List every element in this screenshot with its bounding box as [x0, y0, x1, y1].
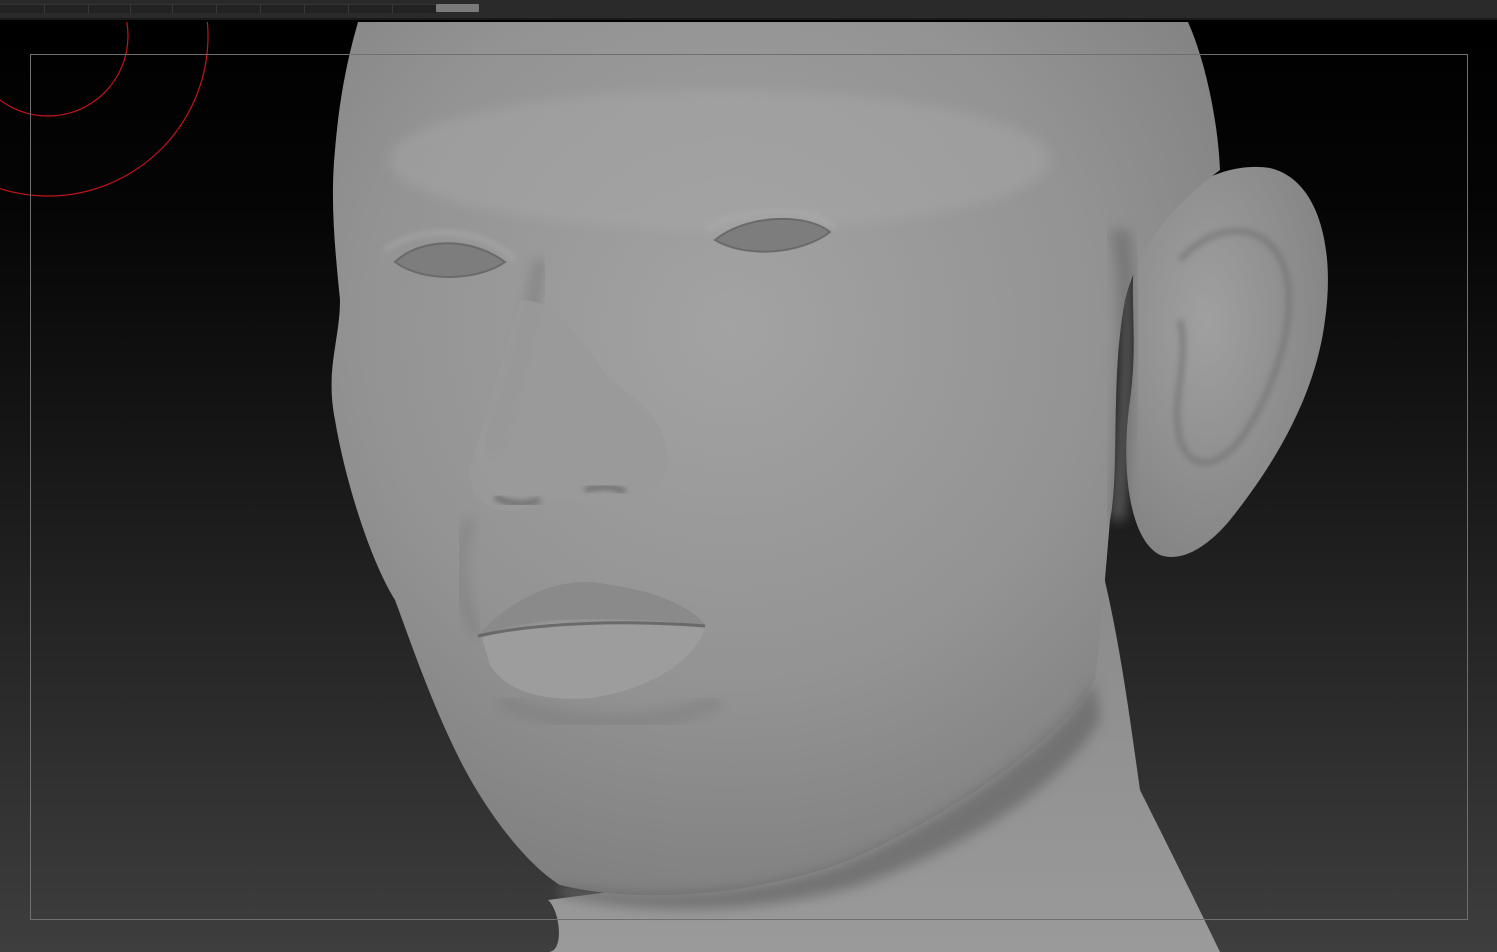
brow-highlight — [390, 90, 1050, 230]
brush-cursor — [0, 22, 209, 197]
document-canvas[interactable] — [0, 22, 1497, 952]
sculpt-view — [0, 22, 1328, 952]
top-shelf-bar — [0, 0, 1497, 20]
scroll-thumb[interactable] — [436, 4, 479, 12]
timeline-track[interactable] — [0, 4, 436, 13]
